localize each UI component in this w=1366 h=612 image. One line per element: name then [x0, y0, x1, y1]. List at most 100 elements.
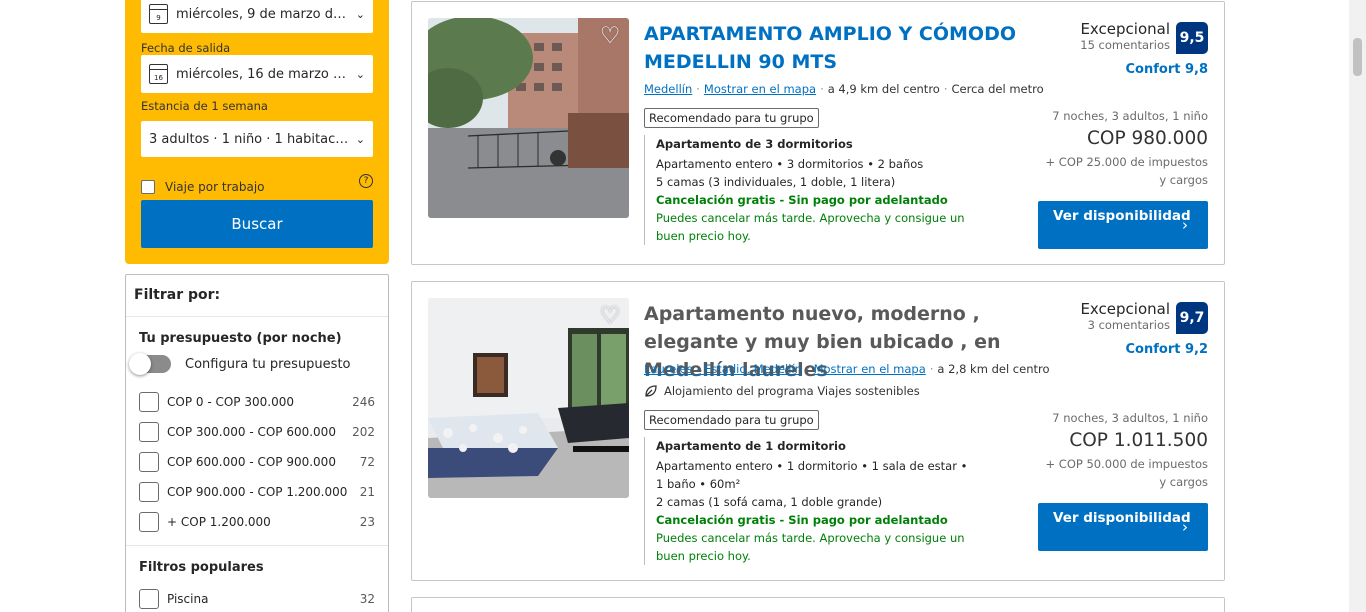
location-link[interactable]: Medellín: [644, 82, 692, 96]
budget-toggle[interactable]: Configura tu presupuesto: [129, 353, 375, 375]
checkin-date-value: miércoles, 9 de marzo de 2022: [176, 6, 349, 22]
popular-option[interactable]: Piscina 32: [139, 584, 375, 612]
cancel-note: Puedes cancelar más tarde. Aprovecha y c…: [656, 211, 965, 243]
unit-name: Apartamento de 1 dormitorio: [656, 439, 846, 453]
property-card: ♡ APARTAMENTO AMPLIO Y CÓMODO MEDELLIN 9…: [411, 1, 1225, 265]
page-scrollbar[interactable]: [1349, 0, 1366, 612]
checkbox-box[interactable]: [139, 589, 159, 609]
option-count: 202: [352, 425, 375, 439]
option-label: COP 600.000 - COP 900.000: [167, 455, 336, 469]
property-card: ♡ Apartamento nuevo, moderno , elegante …: [411, 281, 1225, 581]
location-link[interactable]: Laureles - Estadio, Medellín: [644, 362, 802, 376]
budget-option[interactable]: COP 0 - COP 300.000 246: [139, 387, 375, 417]
unit-details: Apartamento de 1 dormitorio Apartamento …: [644, 437, 989, 565]
checkout-date-value: miércoles, 16 de marzo de 2022: [176, 66, 349, 82]
see-availability-button[interactable]: Ver disponibilidad ›: [1038, 201, 1208, 249]
unit-detail: Apartamento entero • 1 dormitorio • 1 sa…: [656, 459, 968, 491]
property-photo[interactable]: ♡: [428, 18, 629, 218]
price: COP 1.011.500: [1069, 430, 1208, 451]
stay-length-label: Estancia de 1 semana: [141, 99, 268, 113]
scrollbar-thumb[interactable]: [1353, 38, 1362, 76]
checkbox-box[interactable]: [141, 180, 155, 194]
work-trip-label: Viaje por trabajo: [165, 180, 265, 194]
budget-option[interactable]: COP 600.000 - COP 900.000 72: [139, 447, 375, 477]
no-prepayment: Sin pago por adelantado: [788, 193, 948, 207]
checkbox-box[interactable]: [139, 482, 159, 502]
unit-name: Apartamento de 3 dormitorios: [656, 137, 853, 151]
property-card: [411, 597, 1225, 612]
calendar-icon: 16: [149, 64, 168, 84]
leaf-icon: [645, 385, 657, 397]
chevron-down-icon: ⌄: [355, 7, 365, 21]
toggle-switch[interactable]: [129, 353, 171, 375]
property-location: Medellín · Mostrar en el mapa · a 4,9 km del…: [644, 82, 1044, 96]
separator-dot: ·: [820, 82, 824, 96]
property-location: Laureles - Estadio, Medellín · Mostrar en …: [644, 362, 1050, 376]
see-availability-button[interactable]: Ver disponibilidad ›: [1038, 503, 1208, 551]
comfort-score: Confort 9,2: [1125, 342, 1209, 357]
eco-label: Alojamiento del programa Viajes sostenib…: [664, 384, 920, 398]
option-count: 246: [352, 395, 375, 409]
score-badge: 9,5: [1176, 22, 1208, 54]
budget-option[interactable]: COP 900.000 - COP 1.200.000 21: [139, 477, 375, 507]
option-label: COP 900.000 - COP 1.200.000: [167, 485, 348, 499]
chevron-right-icon: ›: [1182, 518, 1188, 536]
heart-icon[interactable]: ♡: [597, 24, 623, 48]
chevron-down-icon: ⌄: [355, 132, 365, 146]
review-score[interactable]: Excepcional 3 comentarios 9,7: [1080, 300, 1208, 334]
checkin-date-field[interactable]: 9 miércoles, 9 de marzo de 2022 ⌄: [141, 0, 373, 33]
checkbox-box[interactable]: [139, 512, 159, 532]
checkbox-box[interactable]: [139, 392, 159, 412]
search-panel: 9 miércoles, 9 de marzo de 2022 ⌄ Fecha …: [125, 0, 389, 264]
separator-dot: ·: [929, 362, 934, 376]
beds-info: 5 camas (3 individuales, 1 doble, 1 lite…: [656, 175, 896, 189]
checkout-date-field[interactable]: 16 miércoles, 16 de marzo de 2022 ⌄: [141, 55, 373, 93]
separator-dot: ·: [696, 82, 700, 96]
beds-info: 2 camas (1 sofá cama, 1 doble grande): [656, 495, 883, 509]
review-count: 15 comentarios: [1080, 38, 1170, 52]
budget-option[interactable]: + COP 1.200.000 23: [139, 507, 375, 537]
rating-word: Excepcional: [1080, 300, 1170, 318]
property-title[interactable]: APARTAMENTO AMPLIO Y CÓMODO MEDELLIN 90 …: [644, 20, 1024, 76]
guests-value: 3 adultos · 1 niño · 1 habitación: [149, 131, 349, 147]
price: COP 980.000: [1086, 128, 1208, 149]
unit-detail: Apartamento entero • 3 dormitorios • 2 b…: [656, 157, 924, 171]
separator-dot: ·: [805, 362, 810, 376]
recommended-badge: Recomendado para tu grupo: [644, 410, 819, 430]
option-label: COP 300.000 - COP 600.000: [167, 425, 336, 439]
popular-filters-section: Filtros populares Piscina 32: [126, 546, 388, 612]
recommended-badge: Recomendado para tu grupo: [644, 108, 819, 128]
property-photo[interactable]: ♡: [428, 298, 629, 498]
budget-title: Tu presupuesto (por noche): [139, 331, 342, 346]
budget-section: Tu presupuesto (por noche) Configura tu …: [126, 317, 388, 546]
review-score[interactable]: Excepcional 15 comentarios 9,5: [1080, 20, 1208, 54]
calendar-icon: 9: [149, 4, 168, 24]
budget-option[interactable]: COP 300.000 - COP 600.000 202: [139, 417, 375, 447]
checkbox-box[interactable]: [139, 422, 159, 442]
extra-info: Cerca del metro: [951, 82, 1044, 96]
rating-word: Excepcional: [1080, 20, 1170, 38]
option-label: + COP 1.200.000: [167, 515, 271, 529]
map-link[interactable]: Mostrar en el mapa: [814, 362, 926, 376]
chevron-right-icon: ›: [1182, 216, 1188, 234]
map-link[interactable]: Mostrar en el mapa: [704, 82, 816, 96]
no-prepayment: Sin pago por adelantado: [788, 513, 948, 527]
distance-text: a 2,8 km del centro: [937, 362, 1050, 376]
taxes-info: + COP 25.000 de impuestos y cargos: [1045, 155, 1208, 187]
work-trip-checkbox[interactable]: Viaje por trabajo: [141, 180, 265, 194]
option-count: 32: [359, 592, 375, 606]
search-button[interactable]: Buscar: [141, 200, 373, 248]
option-count: 23: [359, 515, 375, 529]
option-label: Piscina: [167, 592, 209, 606]
comfort-score: Confort 9,8: [1125, 62, 1209, 77]
budget-toggle-label: Configura tu presupuesto: [185, 356, 351, 372]
toggle-knob: [129, 353, 151, 375]
checkout-label: Fecha de salida: [141, 41, 231, 55]
guests-field[interactable]: 3 adultos · 1 niño · 1 habitación ⌄: [141, 121, 373, 157]
checkbox-box[interactable]: [139, 452, 159, 472]
score-badge: 9,7: [1176, 302, 1208, 334]
cancellation-policy: Cancelación gratis - Sin pago por adelan…: [656, 511, 989, 529]
option-label: COP 0 - COP 300.000: [167, 395, 294, 409]
heart-icon[interactable]: ♡: [597, 304, 623, 328]
question-icon[interactable]: ?: [359, 174, 373, 188]
